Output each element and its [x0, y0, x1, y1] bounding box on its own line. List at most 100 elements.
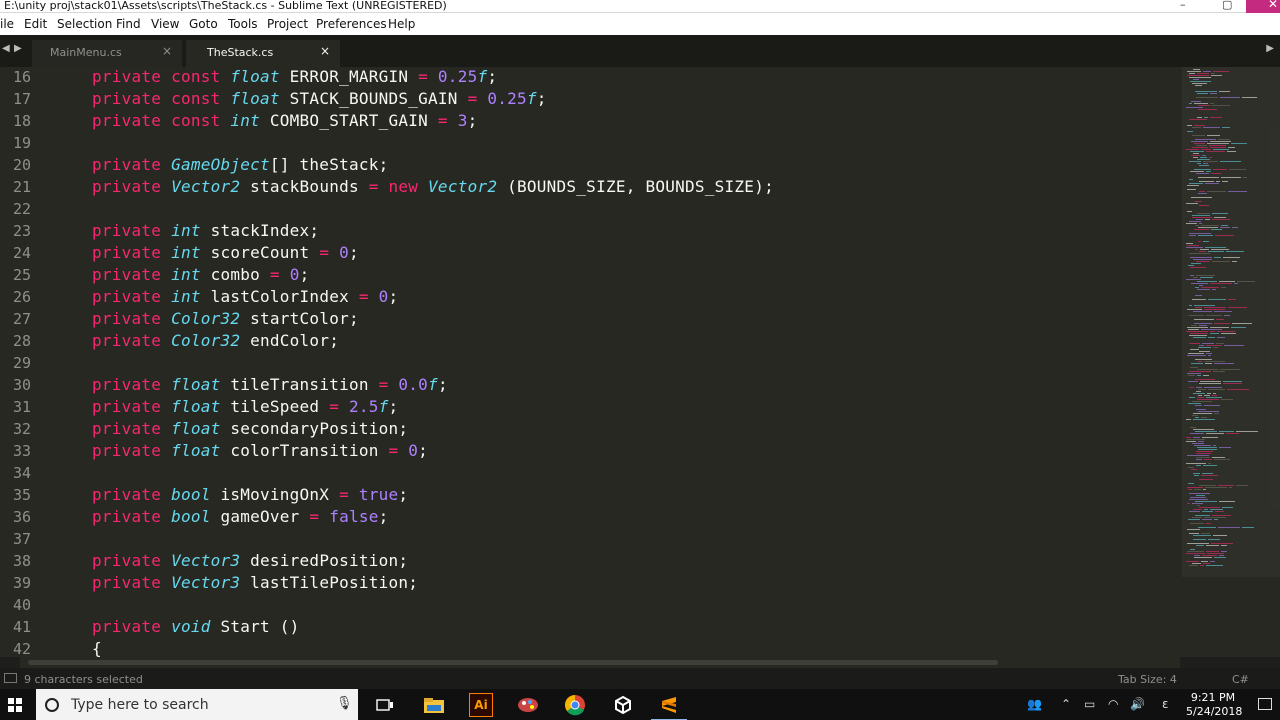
file-explorer-icon[interactable]: [422, 693, 446, 717]
menu-edit[interactable]: Edit: [24, 17, 47, 31]
menu-file[interactable]: ile: [0, 17, 14, 31]
horizontal-scrollbar-thumb[interactable]: [28, 660, 998, 665]
code-line[interactable]: {: [92, 638, 102, 657]
minimap-line: [1212, 289, 1216, 290]
code-editor[interactable]: 16 17 18 19 20 21 22 23 24 25 26 27 28 29 30 31 32 33 34 35…: [0, 67, 1182, 657]
minimap-line: [1186, 149, 1199, 150]
tab-close-icon[interactable]: ×: [320, 44, 330, 58]
close-window-button[interactable]: ✕: [1246, 0, 1280, 13]
code-line[interactable]: private int lastColorIndex = 0;: [92, 286, 398, 308]
minimap-line: [1196, 219, 1203, 220]
paint-icon[interactable]: [516, 693, 540, 717]
illustrator-icon[interactable]: Ai: [469, 693, 493, 717]
code-line[interactable]: private const float ERROR_MARGIN = 0.25f…: [92, 67, 497, 88]
code-line[interactable]: private void Start (): [92, 616, 300, 638]
minimap[interactable]: [1182, 67, 1280, 657]
minimap-line: [1207, 135, 1220, 136]
minimap-line: [1204, 307, 1226, 308]
action-center-icon[interactable]: [1258, 698, 1272, 710]
minimap-line: [1232, 261, 1237, 262]
system-clock[interactable]: 9:21 PM 5/24/2018: [1186, 691, 1242, 719]
code-line[interactable]: private Color32 endColor;: [92, 330, 339, 352]
taskbar-search-box[interactable]: Type here to search 🎙: [36, 689, 358, 720]
minimap-line: [1221, 225, 1228, 226]
minimap-line: [1187, 185, 1199, 186]
menu-project[interactable]: Project: [267, 17, 308, 31]
code-line[interactable]: private float tileSpeed = 2.5f;: [92, 396, 398, 418]
minimap-line: [1206, 171, 1211, 172]
menu-goto[interactable]: Goto: [189, 17, 218, 31]
minimap-line: [1227, 389, 1249, 390]
code-line[interactable]: private const int COMBO_START_GAIN = 3;: [92, 110, 477, 132]
show-hidden-icons-chevron-icon[interactable]: ⌃: [1061, 697, 1071, 711]
minimap-line: [1191, 469, 1197, 470]
chrome-icon[interactable]: [563, 693, 587, 717]
minimap-line: [1202, 473, 1213, 474]
code-line[interactable]: private float tileTransition = 0.0f;: [92, 374, 448, 396]
menu-find[interactable]: Find: [116, 17, 141, 31]
menu-help[interactable]: Help: [388, 17, 415, 31]
people-icon[interactable]: 👥: [1027, 697, 1042, 711]
code-token: =: [437, 111, 448, 130]
battery-icon[interactable]: ▭: [1084, 697, 1095, 711]
code-line[interactable]: private Vector3 lastTilePosition;: [92, 572, 418, 594]
network-icon[interactable]: ◠: [1108, 697, 1118, 711]
code-line[interactable]: private Vector3 desiredPosition;: [92, 550, 408, 572]
minimap-line: [1197, 117, 1202, 118]
minimap-line: [1193, 539, 1206, 540]
minimap-line: [1186, 223, 1197, 224]
minimap-line: [1216, 181, 1220, 182]
tab-overflow-icon[interactable]: ▶: [1266, 43, 1274, 54]
unity-icon[interactable]: [611, 693, 635, 717]
code-line[interactable]: private bool isMovingOnX = true;: [92, 484, 408, 506]
windows-logo-icon: [8, 698, 22, 712]
code-line[interactable]: private GameObject[] theStack;: [92, 154, 388, 176]
minimap-line: [1187, 355, 1206, 356]
minimap-line: [1213, 149, 1229, 150]
code-line[interactable]: private Color32 startColor;: [92, 308, 359, 330]
code-token: =: [319, 243, 330, 262]
code-line[interactable]: private const float STACK_BOUNDS_GAIN = …: [92, 88, 547, 110]
code-line[interactable]: private int combo = 0;: [92, 264, 309, 286]
code-line[interactable]: private float colorTransition = 0;: [92, 440, 428, 462]
menu-view[interactable]: View: [151, 17, 179, 31]
tab-close-icon[interactable]: ×: [162, 44, 172, 58]
minimap-line: [1204, 395, 1210, 396]
tab-scroll-left-icon[interactable]: ◀: [2, 43, 10, 54]
horizontal-scrollbar[interactable]: [20, 657, 1180, 668]
minimap-line: [1197, 281, 1217, 282]
tab-thestack[interactable]: TheStack.cs ×: [186, 40, 340, 67]
code-line[interactable]: private bool gameOver = false;: [92, 506, 389, 528]
minimap-line: [1189, 183, 1203, 184]
volume-icon[interactable]: 🔊: [1130, 697, 1145, 711]
code-token: 2.5: [348, 397, 379, 416]
minimap-line: [1187, 373, 1201, 374]
sublime-text-icon[interactable]: [651, 693, 687, 720]
tab-mainmenu[interactable]: MainMenu.cs ×: [32, 40, 182, 67]
maximize-button[interactable]: ▢: [1222, 0, 1232, 11]
microphone-icon[interactable]: 🎙: [336, 696, 353, 711]
minimap-line: [1198, 227, 1218, 228]
minimap-line: [1196, 97, 1218, 98]
minimap-line: [1203, 127, 1220, 128]
code-token: private: [92, 507, 172, 526]
code-line[interactable]: private Vector2 stackBounds = new Vector…: [92, 176, 774, 198]
menu-selection[interactable]: Selection: [57, 17, 112, 31]
input-language-indicator[interactable]: ε: [1162, 697, 1169, 711]
code-line[interactable]: private float secondaryPosition;: [92, 418, 408, 440]
syntax-indicator[interactable]: C#: [1232, 673, 1249, 686]
minimap-line: [1213, 393, 1216, 394]
code-line[interactable]: private int scoreCount = 0;: [92, 242, 359, 264]
tab-scroll-right-icon[interactable]: ▶: [14, 43, 22, 54]
task-view-icon[interactable]: [373, 693, 397, 717]
minimap-line: [1214, 311, 1232, 312]
menu-preferences[interactable]: Preferences: [316, 17, 387, 31]
minimize-button[interactable]: –: [1180, 0, 1186, 11]
menu-tools[interactable]: Tools: [228, 17, 258, 31]
code-line[interactable]: private int stackIndex;: [92, 220, 319, 242]
panel-toggle-icon[interactable]: [4, 673, 17, 683]
tab-size-indicator[interactable]: Tab Size: 4: [1118, 673, 1177, 686]
minimap-line: [1203, 375, 1209, 376]
minimap-line: [1201, 417, 1207, 418]
start-button[interactable]: [0, 689, 36, 720]
